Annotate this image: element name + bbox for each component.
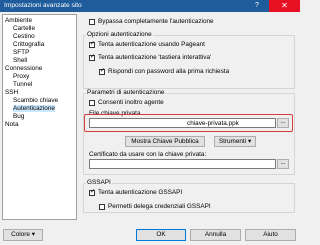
tree-item-cartelle[interactable]: Cartelle [13,25,35,32]
agent-forward-checkbox[interactable] [89,100,95,106]
respond-password-label: Rispondi con password alla prima richies… [108,68,230,75]
color-label: Colore [11,231,30,238]
help-button[interactable]: Aiuto [245,229,296,241]
tree-item-ssh[interactable]: SSH [5,89,18,96]
bypass-label: Bypassa completamente l'autenticazione [98,18,214,25]
auth-options-title: Opzioni autenticazione [86,31,153,38]
auth-params-title: Parametri di autenticazione [86,89,166,96]
tree-item-scambio-chiave[interactable]: Scambio chiave [13,97,58,104]
close-button[interactable]: ✕ [269,0,300,12]
tree-item-autenticazione[interactable]: Autenticazione [13,105,55,112]
cancel-button[interactable]: Annulla [190,229,241,241]
tree-item-cestino[interactable]: Cestino [13,33,35,40]
gssapi-checkbox[interactable] [89,189,95,196]
color-button[interactable]: Colore ▾ [3,229,43,241]
browse-cert-button[interactable]: ... [277,159,289,169]
agent-forward-label: Consenti inoltro agente [98,99,164,106]
category-tree[interactable]: Ambiente Cartelle Cestino Crittografia S… [2,14,77,220]
title-bar: Impostazioni avanzate sito ? ✕ [0,0,300,12]
tools-button[interactable]: Strumenti ▾ [214,136,256,147]
pageant-checkbox[interactable] [89,41,95,48]
pageant-label: Tenta autenticazione usando Pageant [98,41,205,48]
tools-label: Strumenti [218,138,247,145]
chevron-down-icon: ▾ [31,231,35,238]
tree-item-crittografia[interactable]: Crittografia [13,41,44,48]
tree-item-shell[interactable]: Shell [13,57,27,64]
chevron-down-icon: ▾ [247,138,252,145]
keyboard-interactive-checkbox[interactable] [89,54,95,61]
bypass-checkbox[interactable] [89,19,95,25]
tree-item-sftp[interactable]: SFTP [13,49,29,56]
gssapi-label: Tenta autenticazione GSSAPI [98,189,183,196]
cert-label: Certificato da usare con la chiave priva… [89,151,207,158]
tree-item-nota[interactable]: Nota [5,121,19,128]
tree-item-proxy[interactable]: Proxy [13,73,29,80]
tree-item-tunnel[interactable]: Tunnel [13,81,32,88]
ok-button[interactable]: OK [136,229,186,241]
keyboard-interactive-label: Tenta autenticazione 'tastiera interatti… [98,54,212,61]
show-public-key-button[interactable]: Mostra Chiave Pubblica [125,136,205,147]
window-title: Impostazioni avanzate sito [4,2,82,9]
cert-field[interactable] [89,159,276,169]
tree-item-ambiente[interactable]: Ambiente [5,17,32,24]
gssapi-delegation-checkbox[interactable] [99,204,105,210]
respond-password-checkbox[interactable] [99,68,105,75]
gssapi-title: GSSAPI [86,179,112,186]
highlight-annotation [84,114,293,132]
help-title-button[interactable]: ? [247,0,267,12]
tree-item-connessione[interactable]: Connessione [5,65,42,72]
tree-item-bug[interactable]: Bug [13,113,24,120]
gssapi-delegation-label: Permetti delega credenziali GSSAPI [108,203,211,210]
